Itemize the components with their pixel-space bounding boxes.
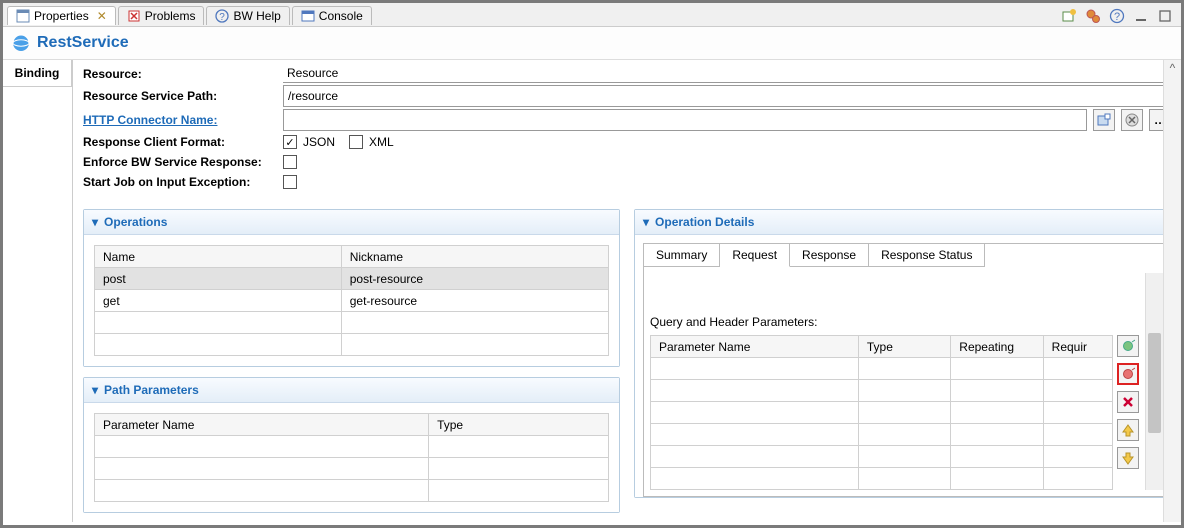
minimize-icon[interactable] — [1132, 7, 1150, 25]
col-type[interactable]: Type — [429, 414, 609, 436]
help-icon: ? — [215, 9, 229, 23]
table-row[interactable] — [651, 424, 1113, 446]
table-row[interactable]: get get-resource — [95, 290, 609, 312]
close-icon[interactable]: ✕ — [97, 9, 107, 23]
twistie-icon: ▾ — [92, 383, 98, 397]
table-row[interactable] — [95, 480, 609, 502]
col-repeating[interactable]: Repeating — [951, 336, 1043, 358]
tab-properties[interactable]: Properties ✕ — [7, 6, 116, 25]
table-row[interactable] — [651, 402, 1113, 424]
help-toolbar-icon[interactable]: ? — [1108, 7, 1126, 25]
svg-text:?: ? — [220, 12, 226, 23]
request-body-input[interactable] — [650, 273, 1139, 297]
cell-nickname: get-resource — [341, 290, 608, 312]
path-params-title: Path Parameters — [104, 383, 199, 397]
new-view-icon[interactable] — [1060, 7, 1078, 25]
table-row[interactable] — [651, 446, 1113, 468]
tab-label: Console — [319, 9, 363, 23]
clear-icon[interactable] — [1121, 109, 1143, 131]
table-row[interactable] — [95, 458, 609, 480]
view-tabs-bar: Properties ✕ Problems ? BW Help Console … — [3, 3, 1181, 27]
operations-table: Name Nickname post post-resource get — [94, 245, 609, 356]
svg-text:?: ? — [1114, 11, 1120, 23]
col-param-name[interactable]: Parameter Name — [95, 414, 429, 436]
add-param-button[interactable] — [1117, 335, 1139, 357]
col-nickname[interactable]: Nickname — [341, 246, 608, 268]
col-name[interactable]: Name — [95, 246, 342, 268]
tab-label: Properties — [34, 9, 89, 23]
cell-nickname: post-resource — [341, 268, 608, 290]
query-header-label: Query and Header Parameters: — [650, 315, 1139, 329]
operations-header[interactable]: ▾ Operations — [84, 210, 619, 235]
response-format-label: Response Client Format: — [83, 133, 283, 151]
xml-checkbox[interactable] — [349, 135, 363, 149]
service-icon — [11, 33, 31, 53]
op-details-section: ▾ Operation Details Summary Request Resp… — [634, 209, 1171, 498]
problems-icon — [127, 9, 141, 23]
edit-param-button[interactable] — [1117, 363, 1139, 385]
json-checkbox[interactable]: ✓ — [283, 135, 297, 149]
move-up-button[interactable] — [1117, 419, 1139, 441]
table-row[interactable] — [95, 334, 609, 356]
tab-label: Problems — [145, 9, 196, 23]
path-params-section: ▾ Path Parameters Parameter Name Type — [83, 377, 620, 513]
enforce-label: Enforce BW Service Response: — [83, 153, 283, 171]
tab-response[interactable]: Response — [790, 244, 869, 267]
move-down-button[interactable] — [1117, 447, 1139, 469]
tab-bw-help[interactable]: ? BW Help — [206, 6, 289, 25]
properties-icon — [16, 9, 30, 23]
operations-title: Operations — [104, 215, 167, 229]
twistie-icon: ▾ — [92, 215, 98, 229]
browse-resource-icon[interactable] — [1093, 109, 1115, 131]
op-details-header[interactable]: ▾ Operation Details — [635, 210, 1170, 235]
col-type[interactable]: Type — [858, 336, 950, 358]
left-tab-strip: Binding — [3, 60, 73, 522]
tab-console[interactable]: Console — [292, 6, 372, 25]
resource-input[interactable] — [283, 64, 1171, 83]
table-row[interactable] — [651, 358, 1113, 380]
table-row[interactable]: post post-resource — [95, 268, 609, 290]
path-params-table: Parameter Name Type — [94, 413, 609, 502]
enforce-checkbox[interactable] — [283, 155, 297, 169]
page-title: RestService — [37, 34, 129, 52]
scroll-up-icon[interactable]: ^ — [1164, 60, 1181, 76]
table-row[interactable] — [95, 436, 609, 458]
table-row[interactable] — [651, 468, 1113, 490]
resource-label: Resource: — [83, 65, 283, 83]
query-params-table: Parameter Name Type Repeating Requir — [650, 335, 1113, 490]
tab-binding[interactable]: Binding — [3, 60, 72, 87]
table-row[interactable] — [651, 380, 1113, 402]
startjob-checkbox[interactable] — [283, 175, 297, 189]
console-icon — [301, 9, 315, 23]
startjob-label: Start Job on Input Exception: — [83, 173, 283, 191]
path-params-header[interactable]: ▾ Path Parameters — [84, 378, 619, 403]
tab-label: BW Help — [233, 9, 280, 23]
col-param-name[interactable]: Parameter Name — [651, 336, 859, 358]
cell-name: get — [95, 290, 342, 312]
table-row[interactable] — [95, 312, 609, 334]
resource-path-input[interactable] — [283, 85, 1171, 107]
cell-name: post — [95, 268, 342, 290]
inner-scrollbar[interactable] — [1145, 273, 1163, 490]
twistie-icon: ▾ — [643, 215, 649, 229]
tab-problems[interactable]: Problems — [118, 6, 205, 25]
maximize-icon[interactable] — [1156, 7, 1174, 25]
col-required[interactable]: Requir — [1043, 336, 1112, 358]
http-connector-input[interactable] — [283, 109, 1087, 131]
op-detail-tabs: Summary Request Response Response Status — [643, 243, 1170, 267]
json-label: JSON — [303, 135, 335, 149]
tab-summary[interactable]: Summary — [644, 244, 720, 267]
operations-section: ▾ Operations Name Nickname post — [83, 209, 620, 367]
xml-label: XML — [369, 135, 394, 149]
editor-header: RestService — [3, 27, 1181, 60]
tab-response-status[interactable]: Response Status — [869, 244, 985, 267]
pin-icon[interactable] — [1084, 7, 1102, 25]
outer-scrollbar[interactable]: ^ — [1163, 60, 1181, 522]
op-details-title: Operation Details — [655, 215, 754, 229]
resource-path-label: Resource Service Path: — [83, 87, 283, 105]
tab-request[interactable]: Request — [720, 244, 790, 267]
delete-param-button[interactable] — [1117, 391, 1139, 413]
http-connector-link[interactable]: HTTP Connector Name: — [83, 111, 283, 129]
